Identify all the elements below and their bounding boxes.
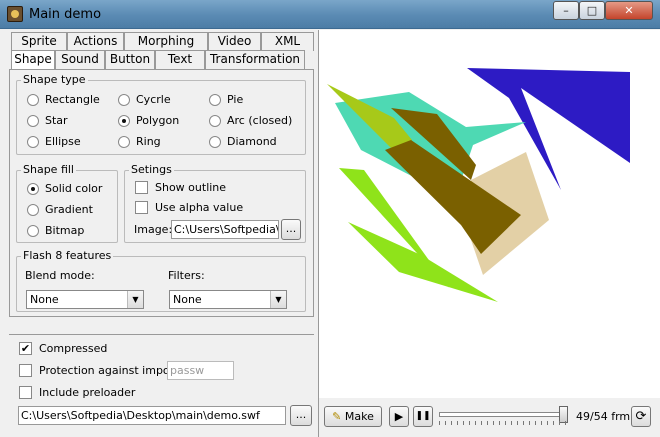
radio-solid-color-dot — [27, 182, 39, 195]
radio-bitmap-dot — [27, 224, 39, 237]
radio-ellipse[interactable]: Ellipse — [27, 135, 81, 148]
make-wand-icon: ✎ — [332, 410, 342, 423]
image-path-field[interactable]: C:\Users\Softpedia\D — [171, 220, 279, 239]
protection-checkbox[interactable]: Protection against import — [19, 364, 179, 377]
window-title: Main demo — [29, 7, 102, 22]
divider — [9, 334, 314, 335]
frame-slider-ticks — [439, 421, 569, 425]
radio-pie-dot — [209, 93, 221, 106]
tab-transformation[interactable]: Transformation — [205, 50, 305, 69]
preloader-checkbox[interactable]: Include preloader — [19, 386, 135, 399]
shape-type-group: Shape type Rectangle Cycrle Pie Star Pol… — [16, 73, 306, 155]
loop-icon[interactable]: ⟳ — [631, 406, 651, 427]
tab-button[interactable]: Button — [105, 50, 155, 69]
output-path-field[interactable]: C:\Users\Softpedia\Desktop\main\demo.swf — [18, 406, 286, 425]
radio-gradient-dot — [27, 203, 39, 216]
tabs-row-top: Sprite Actions Morphing Video XML — [11, 32, 314, 51]
settings-group: Setings Show outline Use alpha value Ima… — [124, 163, 306, 243]
shape-fill-group: Shape fill Solid color Gradient Bitmap — [16, 163, 118, 243]
radio-rectangle[interactable]: Rectangle — [27, 93, 100, 106]
radio-cycrle-dot — [118, 93, 130, 106]
radio-arc-closed-dot — [209, 114, 221, 127]
preloader-box — [19, 386, 32, 399]
tab-text[interactable]: Text — [155, 50, 205, 69]
compressed-checkbox[interactable]: ✔ Compressed — [19, 342, 107, 355]
radio-gradient[interactable]: Gradient — [27, 203, 93, 216]
image-browse-button[interactable]: ... — [281, 219, 301, 240]
radio-polygon[interactable]: Polygon — [118, 114, 179, 127]
protection-box — [19, 364, 32, 377]
blend-mode-select[interactable]: None ▼ — [26, 290, 144, 309]
radio-polygon-dot — [118, 114, 130, 127]
tab-sound[interactable]: Sound — [55, 50, 105, 69]
frame-counter: 49/54 frm — [576, 410, 631, 423]
shape-type-label: Shape type — [21, 73, 88, 86]
tab-xml[interactable]: XML — [261, 32, 314, 51]
title-bar: Main demo – □ ✕ — [0, 0, 660, 29]
maximize-button[interactable]: □ — [579, 1, 605, 20]
image-label: Image: — [134, 223, 173, 236]
blend-mode-label: Blend mode: — [25, 269, 95, 282]
radio-rectangle-dot — [27, 93, 39, 106]
shape-fill-label: Shape fill — [21, 163, 76, 176]
radio-bitmap[interactable]: Bitmap — [27, 224, 84, 237]
filters-value: None — [173, 293, 202, 306]
radio-solid-color[interactable]: Solid color — [27, 182, 102, 195]
filters-label: Filters: — [168, 269, 205, 282]
radio-pie[interactable]: Pie — [209, 93, 243, 106]
frame-slider-track[interactable] — [439, 412, 567, 417]
radio-arc-closed[interactable]: Arc (closed) — [209, 114, 292, 127]
settings-label: Setings — [129, 163, 174, 176]
shape-panel: Shape type Rectangle Cycrle Pie Star Pol… — [9, 69, 314, 317]
flash8-label: Flash 8 features — [21, 249, 114, 262]
radio-star[interactable]: Star — [27, 114, 68, 127]
tab-actions[interactable]: Actions — [67, 32, 124, 51]
filters-select[interactable]: None ▼ — [169, 290, 287, 309]
radio-cycrle[interactable]: Cycrle — [118, 93, 171, 106]
tabs-row-bottom: Shape Sound Button Text Transformation — [11, 50, 305, 70]
minimize-button[interactable]: – — [553, 1, 579, 20]
app-icon — [7, 6, 23, 22]
radio-diamond[interactable]: Diamond — [209, 135, 277, 148]
radio-star-dot — [27, 114, 39, 127]
radio-diamond-dot — [209, 135, 221, 148]
pause-button[interactable]: ❚❚ — [413, 406, 433, 427]
tab-morphing[interactable]: Morphing — [124, 32, 208, 51]
chevron-down-icon: ▼ — [127, 291, 143, 308]
preview-stage — [318, 30, 660, 398]
compressed-box: ✔ — [19, 342, 32, 355]
play-button[interactable]: ▶ — [389, 406, 409, 427]
radio-ellipse-dot — [27, 135, 39, 148]
player-bar: ✎ Make ▶ ❚❚ 49/54 frm ⟳ — [318, 398, 660, 437]
show-outline-checkbox[interactable]: Show outline — [135, 181, 226, 194]
output-browse-button[interactable]: ... — [290, 405, 312, 426]
make-button[interactable]: ✎ Make — [324, 406, 382, 427]
tab-video[interactable]: Video — [208, 32, 261, 51]
make-label: Make — [344, 410, 374, 423]
password-field[interactable]: passw — [167, 361, 234, 380]
radio-ring[interactable]: Ring — [118, 135, 161, 148]
use-alpha-checkbox[interactable]: Use alpha value — [135, 201, 243, 214]
tab-sprite[interactable]: Sprite — [11, 32, 67, 51]
blend-mode-value: None — [30, 293, 59, 306]
preview-shapes — [327, 68, 630, 302]
use-alpha-box — [135, 201, 148, 214]
chevron-down-icon: ▼ — [270, 291, 286, 308]
tab-shape[interactable]: Shape — [11, 50, 55, 70]
show-outline-box — [135, 181, 148, 194]
flash8-group: Flash 8 features Blend mode: None ▼ Filt… — [16, 249, 306, 312]
close-button[interactable]: ✕ — [605, 1, 653, 20]
radio-ring-dot — [118, 135, 130, 148]
